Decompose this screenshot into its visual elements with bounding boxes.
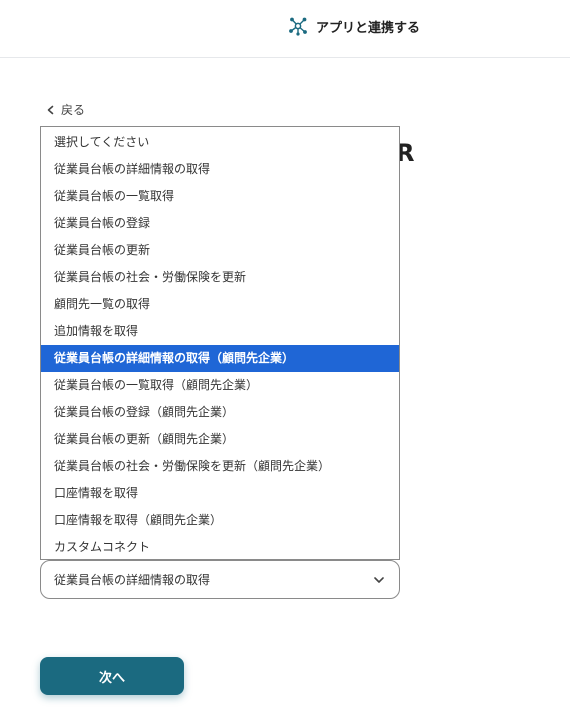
app-connect-title-text: アプリと連携する	[316, 20, 421, 36]
dropdown-option[interactable]: 顧問先一覧の取得	[41, 291, 399, 318]
next-button[interactable]: 次へ	[40, 657, 184, 695]
dropdown-option[interactable]: 従業員台帳の詳細情報の取得	[41, 156, 399, 183]
dropdown-option[interactable]: 従業員台帳の社会・労働保険を更新（顧問先企業）	[41, 453, 399, 480]
dropdown-option[interactable]: 従業員台帳の登録	[41, 210, 399, 237]
action-select[interactable]: 従業員台帳の詳細情報の取得	[40, 560, 400, 599]
chevron-down-icon	[373, 576, 385, 584]
network-nodes-icon	[288, 16, 308, 36]
dropdown-option[interactable]: 選択してください	[41, 129, 399, 156]
action-dropdown-list[interactable]: 選択してください 従業員台帳の詳細情報の取得 従業員台帳の一覧取得 従業員台帳の登録従…	[40, 126, 400, 560]
app-connect-title: アプリと連携する	[288, 14, 420, 38]
dropdown-option[interactable]: 従業員台帳の更新	[41, 237, 399, 264]
dropdown-option[interactable]: 従業員台帳の一覧取得	[41, 183, 399, 210]
back-link-label: 戻る	[61, 103, 86, 117]
back-link[interactable]: 戻る	[46, 101, 85, 118]
dropdown-option[interactable]: 追加情報を取得	[41, 318, 399, 345]
dropdown-option[interactable]: 従業員台帳の一覧取得（顧問先企業）	[41, 372, 399, 399]
dropdown-option[interactable]: 従業員台帳の詳細情報の取得（顧問先企業）	[41, 345, 399, 372]
action-select-value: 従業員台帳の詳細情報の取得	[54, 573, 211, 587]
dropdown-option[interactable]: 従業員台帳の社会・労働保険を更新	[41, 264, 399, 291]
dropdown-option[interactable]: 従業員台帳の更新（顧問先企業）	[41, 426, 399, 453]
dropdown-option[interactable]: 口座情報を取得	[41, 480, 399, 507]
dropdown-option[interactable]: カスタムコネクト	[41, 534, 399, 561]
dropdown-option[interactable]: 口座情報を取得（顧問先企業）	[41, 507, 399, 534]
dropdown-option[interactable]: 従業員台帳の登録（顧問先企業）	[41, 399, 399, 426]
top-bar: アプリと連携する	[0, 0, 570, 58]
chevron-left-icon	[46, 105, 55, 115]
